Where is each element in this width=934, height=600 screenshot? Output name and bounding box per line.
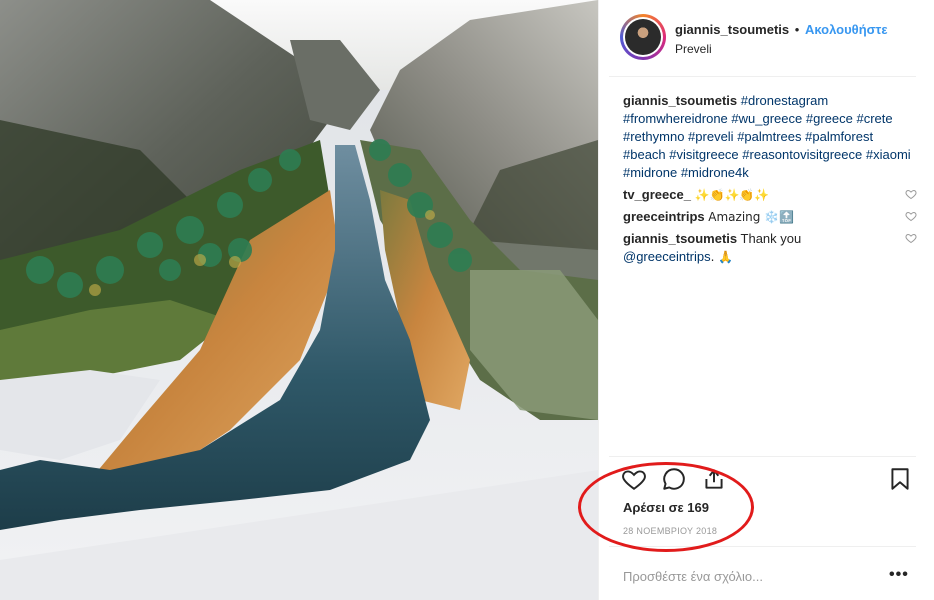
heart-icon[interactable] [621,466,647,492]
hashtag-link[interactable]: #wu_greece [731,111,802,126]
comment-icon[interactable] [661,466,687,492]
post-actions-bar [599,458,934,498]
hashtag-link[interactable]: #rethymno [623,129,684,144]
comment-username[interactable]: tv_greece_ [623,187,691,202]
hashtag-link[interactable]: #midrone4k [681,165,749,180]
hashtag-link[interactable]: #palmtrees [737,129,801,144]
comment-like-icon[interactable] [905,188,917,200]
gorge-river-photo [0,0,598,600]
likes-count[interactable]: Αρέσει σε 169 [623,500,709,515]
post-photo[interactable] [0,0,598,600]
actions-divider [609,456,916,457]
hashtag-link[interactable]: #xiaomi [866,147,911,162]
separator-dot: • [794,22,800,37]
hashtag-link[interactable]: #preveli [688,129,734,144]
hashtag-link[interactable]: #palmforest [805,129,873,144]
hashtag-link[interactable]: #visitgreece [669,147,738,162]
comment-item: giannis_tsoumetis Thank you @greeceintri… [623,230,917,266]
follow-button[interactable]: Ακολουθήστε [805,22,888,37]
comment-mention-link[interactable]: @greeceintrips [623,249,711,264]
comment-item: tv_greece_ ✨👏✨👏✨ [623,186,917,204]
caption-username[interactable]: giannis_tsoumetis [623,93,737,108]
header-user-line: giannis_tsoumetis • Ακολουθήστε [675,22,888,37]
comment-like-icon[interactable] [905,232,917,244]
comment-text: ✨👏✨👏✨ [694,188,770,202]
post-caption: giannis_tsoumetis #dronestagram #fromwhe… [623,92,913,182]
hashtag-link[interactable]: #midrone [623,165,677,180]
more-options-button[interactable]: ••• [889,566,909,584]
comment-text: Amazing ❄️🔝 [708,210,795,224]
comments-section: giannis_tsoumetis #dronestagram #fromwhe… [623,92,917,266]
username-link[interactable]: giannis_tsoumetis [675,22,789,37]
comment-text: Thank you [740,231,802,246]
post-date[interactable]: 28 ΝΟΕΜΒΡΙΟΥ 2018 [623,526,717,536]
add-comment-input[interactable] [623,566,843,586]
comment-suffix: . 🙏 [710,250,734,264]
post-side-panel: giannis_tsoumetis • Ακολουθήστε Preveli … [598,0,934,600]
bookmark-icon[interactable] [887,466,913,492]
post-header: giannis_tsoumetis • Ακολουθήστε Preveli [599,0,934,76]
comment-username[interactable]: greeceintrips [623,209,705,224]
avatar[interactable] [625,19,661,55]
hashtag-link[interactable]: #crete [856,111,892,126]
avatar-frame [623,17,663,57]
hashtag-link[interactable]: #reasontovisitgreece [742,147,862,162]
hashtag-link[interactable]: #greece [806,111,853,126]
comment-username[interactable]: giannis_tsoumetis [623,231,737,246]
share-icon[interactable] [701,466,727,492]
avatar-story-ring[interactable] [620,14,666,60]
comment-like-icon[interactable] [905,210,917,222]
comment-divider [609,546,916,547]
hashtag-link[interactable]: #beach [623,147,666,162]
header-divider [609,76,916,77]
location-link[interactable]: Preveli [675,42,712,56]
comment-item: greeceintrips Amazing ❄️🔝 [623,208,917,226]
hashtag-link[interactable]: #fromwhereidrone [623,111,728,126]
hashtag-link[interactable]: #dronestagram [741,93,828,108]
